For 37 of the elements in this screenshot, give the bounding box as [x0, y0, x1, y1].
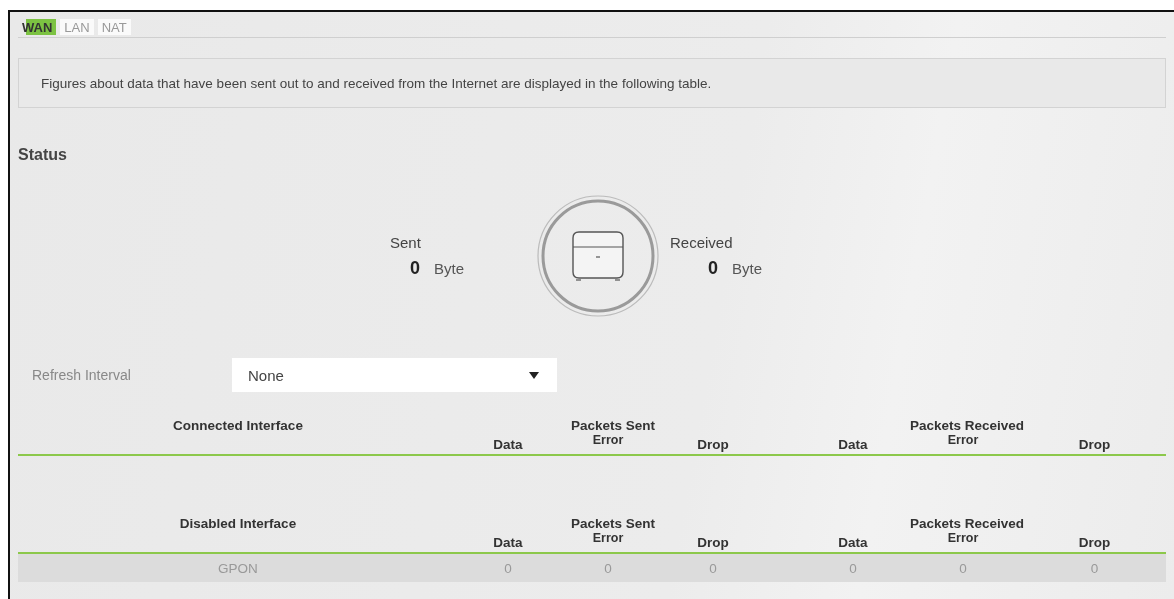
table-cell-text: 0 — [503, 560, 513, 576]
column-header: Error — [946, 433, 980, 449]
received-value: 0 — [708, 257, 718, 279]
description-text: Figures about data that have been sent out to and received from the Internet are displayed in the following table. — [41, 75, 712, 91]
column-header: Error — [591, 531, 625, 547]
field-label: Refresh Interval — [31, 367, 132, 383]
refresh-interval-dropdown[interactable]: None — [232, 358, 557, 392]
router-icon — [536, 194, 660, 318]
column-header: Drop — [1077, 534, 1112, 550]
sent-value: 0 — [410, 257, 420, 279]
column-group-header: Packets Sent — [569, 418, 656, 433]
sent-unit: Byte — [434, 259, 465, 277]
column-header: Data — [492, 534, 524, 550]
column-header: Disabled Interface — [178, 516, 298, 531]
column-header: Drop — [696, 534, 730, 550]
column-header: Data — [492, 436, 524, 452]
table-cell-text: 0 — [958, 560, 968, 576]
column-header: Connected Interface — [172, 418, 304, 433]
column-header: Data — [837, 534, 869, 550]
column-header: Drop — [696, 436, 730, 452]
table-cell-text: 0 — [603, 560, 613, 576]
received-unit: Byte — [732, 259, 763, 277]
column-group-header: Packets Received — [908, 418, 1026, 433]
column-header: Error — [946, 531, 980, 547]
column-header: Data — [837, 436, 869, 452]
table-cell-text: GPON — [217, 560, 259, 576]
table-cell-text: 0 — [848, 560, 858, 576]
column-group-header: Packets Received — [908, 516, 1026, 531]
column-group-header: Packets Sent — [569, 516, 656, 531]
received-label: Received — [670, 233, 734, 251]
table-cell-text: 0 — [1089, 560, 1100, 576]
column-header: Drop — [1077, 436, 1112, 452]
section-title: Status — [18, 146, 68, 164]
caret-icon — [529, 371, 539, 379]
column-header: Error — [591, 433, 625, 449]
table-cell-text: 0 — [708, 560, 718, 576]
sent-label: Sent — [390, 233, 421, 251]
